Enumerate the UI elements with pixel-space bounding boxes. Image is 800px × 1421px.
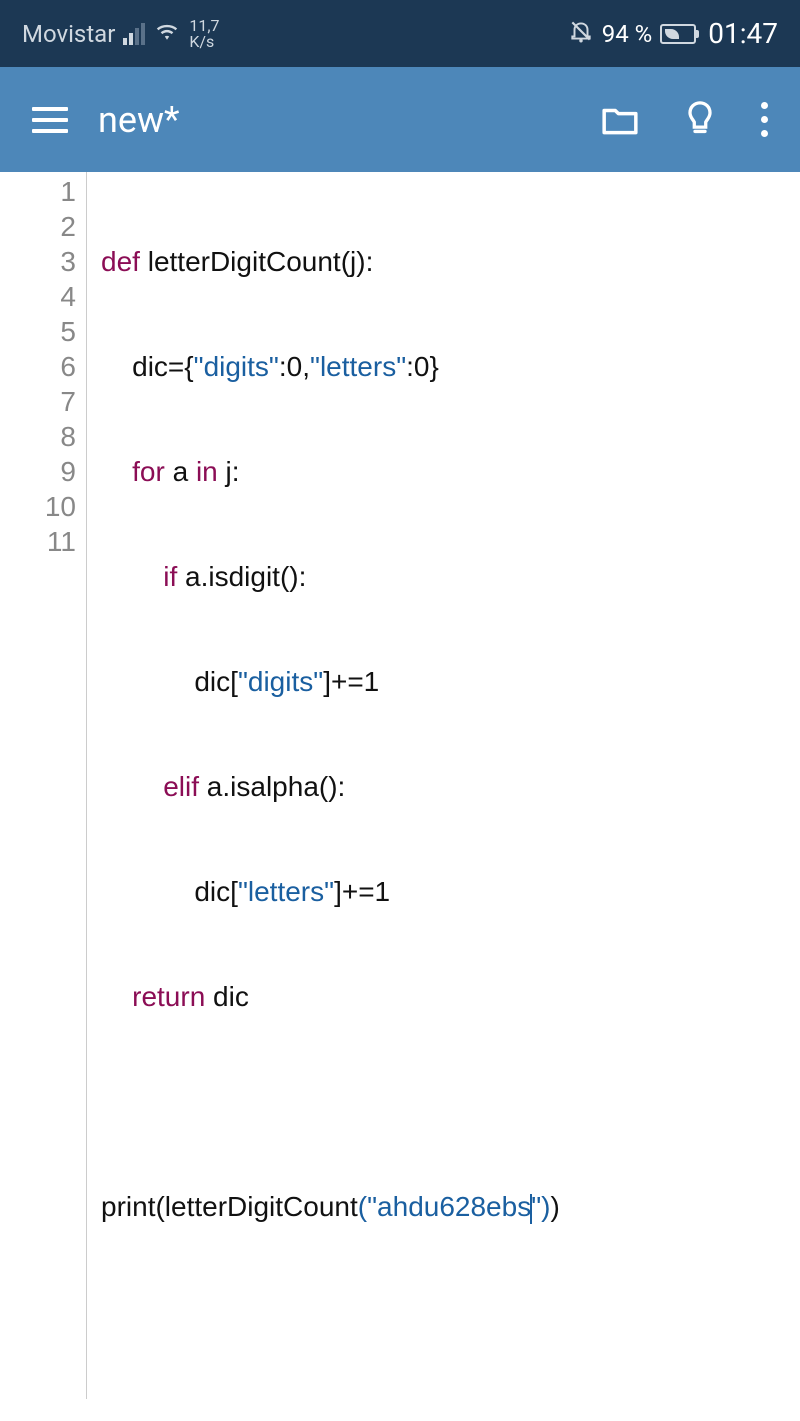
code-line[interactable]: elif a.isalpha(): bbox=[101, 769, 800, 804]
app-bar: new* bbox=[0, 67, 800, 172]
folder-button[interactable] bbox=[601, 104, 639, 136]
code-line[interactable] bbox=[101, 1084, 800, 1119]
line-number: 8 bbox=[0, 419, 76, 454]
line-number: 4 bbox=[0, 279, 76, 314]
data-speed: 11,7 K/s bbox=[189, 18, 219, 50]
line-number: 5 bbox=[0, 314, 76, 349]
code-line[interactable]: for a in j: bbox=[101, 454, 800, 489]
line-number: 11 bbox=[0, 524, 76, 559]
status-left: Movistar 11,7 K/s bbox=[22, 18, 219, 50]
battery-percent: 94 % bbox=[602, 20, 653, 48]
line-number: 2 bbox=[0, 209, 76, 244]
battery-icon bbox=[660, 24, 696, 44]
carrier-label: Movistar bbox=[22, 20, 115, 48]
status-right: 94 % 01:47 bbox=[568, 17, 778, 50]
code-line[interactable]: dic["digits"]+=1 bbox=[101, 664, 800, 699]
line-number: 9 bbox=[0, 454, 76, 489]
lightbulb-button[interactable] bbox=[685, 100, 715, 140]
menu-button[interactable] bbox=[32, 107, 68, 133]
wifi-icon bbox=[153, 20, 181, 48]
line-number-gutter: 1 2 3 4 5 6 7 8 9 10 11 bbox=[0, 172, 87, 1399]
code-line[interactable]: print(letterDigitCount("ahdu628ebs")) bbox=[101, 1189, 800, 1224]
toolbar-actions bbox=[601, 100, 768, 140]
code-line[interactable]: if a.isdigit(): bbox=[101, 559, 800, 594]
line-number: 10 bbox=[0, 489, 76, 524]
code-line[interactable]: return dic bbox=[101, 979, 800, 1014]
line-number: 3 bbox=[0, 244, 76, 279]
file-title: new* bbox=[98, 99, 571, 141]
bell-off-icon bbox=[568, 18, 594, 50]
code-line[interactable]: dic={"digits":0,"letters":0} bbox=[101, 349, 800, 384]
code-line[interactable]: dic["letters"]+=1 bbox=[101, 874, 800, 909]
line-number: 1 bbox=[0, 174, 76, 209]
code-area[interactable]: def letterDigitCount(j): dic={"digits":0… bbox=[87, 172, 800, 1399]
line-number: 6 bbox=[0, 349, 76, 384]
overflow-menu-button[interactable] bbox=[761, 102, 768, 137]
speed-unit: K/s bbox=[189, 34, 219, 50]
status-bar: Movistar 11,7 K/s 94 % bbox=[0, 0, 800, 67]
line-number: 7 bbox=[0, 384, 76, 419]
cellular-signal-icon bbox=[123, 23, 145, 45]
code-line[interactable] bbox=[101, 1294, 800, 1329]
code-editor[interactable]: 1 2 3 4 5 6 7 8 9 10 11 def letterDigitC… bbox=[0, 172, 800, 1399]
clock-time: 01:47 bbox=[708, 17, 778, 50]
code-line[interactable]: def letterDigitCount(j): bbox=[101, 244, 800, 279]
